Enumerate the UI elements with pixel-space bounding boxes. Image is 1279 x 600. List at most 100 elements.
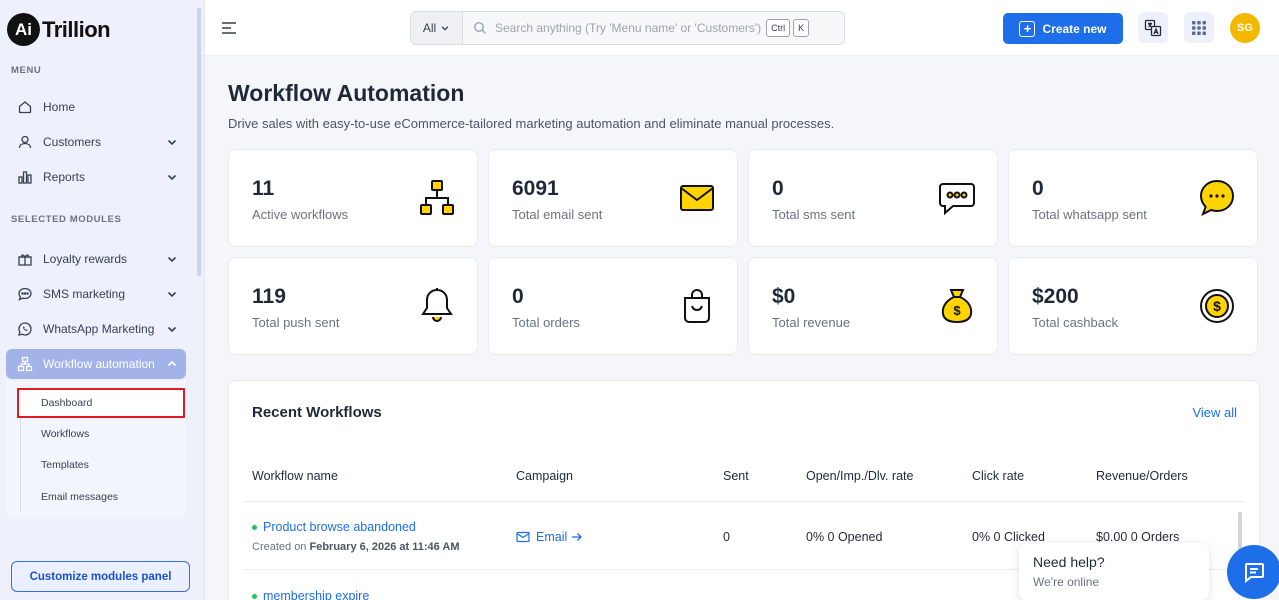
- plus-icon: +: [1019, 20, 1036, 37]
- stat-value: 0: [772, 177, 784, 200]
- brand-logo[interactable]: Ai Trillion: [7, 13, 111, 46]
- hamburger-menu-icon[interactable]: [221, 21, 237, 35]
- sidebar-item-reports[interactable]: Reports: [6, 162, 186, 192]
- svg-text:$: $: [1213, 298, 1221, 314]
- help-title: Need help?: [1033, 554, 1105, 570]
- sidebar-item-whatsapp-marketing[interactable]: WhatsApp Marketing: [6, 314, 186, 344]
- shortcut-key-k: K: [793, 19, 810, 37]
- chevron-up-icon: [167, 360, 177, 367]
- table-row-workflow-link[interactable]: membership expire: [252, 589, 369, 600]
- table-row-workflow-link[interactable]: Product browse abandoned: [252, 520, 416, 534]
- campaign-email-link[interactable]: Email: [516, 530, 583, 544]
- create-new-label: Create new: [1042, 21, 1107, 36]
- chat-bubble-icon: [16, 285, 34, 303]
- stat-value: 0: [1032, 177, 1044, 200]
- stat-label: Active workflows: [252, 207, 349, 222]
- sidebar-item-sms-marketing[interactable]: SMS marketing: [6, 279, 186, 309]
- logo-text: Trillion: [42, 16, 111, 42]
- workflow-name: membership expire: [263, 589, 370, 600]
- column-header-campaign[interactable]: Campaign: [516, 469, 573, 483]
- money-bag-icon: $: [941, 289, 973, 324]
- workflow-icon: [16, 355, 34, 373]
- stat-label: Total push sent: [252, 315, 340, 330]
- chevron-down-icon: [441, 26, 449, 31]
- stat-label: Total whatsapp sent: [1032, 207, 1147, 222]
- logo-mark: Ai: [7, 13, 40, 46]
- stat-card-push-sent[interactable]: 119 Total push sent: [228, 257, 478, 355]
- chat-launcher-button[interactable]: [1227, 545, 1279, 599]
- click-rate: 0% 0 Clicked: [972, 530, 1045, 544]
- stat-card-cashback[interactable]: $200 Total cashback $: [1008, 257, 1258, 355]
- sidebar-item-label: SMS marketing: [43, 287, 126, 301]
- sidebar-item-customers[interactable]: Customers: [6, 127, 186, 157]
- workflow-name: Product browse abandoned: [263, 520, 416, 534]
- shopping-bag-icon: [684, 289, 710, 323]
- recent-workflows-title: Recent Workflows: [252, 404, 382, 421]
- sidebar-item-label: Workflow automation: [43, 357, 155, 371]
- sidebar-item-label: Reports: [43, 170, 86, 184]
- app-root: Ai Trillion MENU Home Customers Reports …: [0, 0, 1279, 600]
- sidebar-subitem-email-messages[interactable]: Email messages: [41, 491, 118, 503]
- open-rate: 0% 0 Opened: [806, 530, 883, 544]
- customize-modules-button[interactable]: Customize modules panel: [11, 561, 190, 592]
- stat-label: Total sms sent: [772, 207, 856, 222]
- translate-button[interactable]: [1138, 12, 1168, 43]
- help-status: We're online: [1033, 575, 1100, 589]
- stat-card-sms-sent[interactable]: 0 Total sms sent: [748, 149, 998, 247]
- sidebar-subitem-templates[interactable]: Templates: [41, 459, 89, 471]
- stat-value: $200: [1032, 285, 1079, 308]
- column-header-click-rate[interactable]: Click rate: [972, 469, 1024, 483]
- stat-value: 0: [512, 285, 524, 308]
- sidebar-item-label: Loyalty rewards: [43, 252, 128, 266]
- grid-icon: [1192, 20, 1206, 35]
- arrow-right-icon: [572, 533, 583, 541]
- sidebar-item-loyalty-rewards[interactable]: Loyalty rewards: [6, 244, 186, 274]
- translate-icon: [1144, 19, 1162, 36]
- sidebar-item-label: WhatsApp Marketing: [43, 322, 155, 336]
- stat-card-revenue[interactable]: $0 Total revenue $: [748, 257, 998, 355]
- stat-card-whatsapp-sent[interactable]: 0 Total whatsapp sent: [1008, 149, 1258, 247]
- sidebar-item-label: Home: [43, 100, 76, 114]
- column-header-workflow-name[interactable]: Workflow name: [252, 469, 338, 483]
- user-avatar[interactable]: SG: [1230, 13, 1260, 43]
- user-icon: [16, 133, 34, 151]
- column-header-open-rate[interactable]: Open/Imp./Dlv. rate: [806, 469, 913, 483]
- shortcut-key-ctrl: Ctrl: [766, 19, 791, 37]
- create-new-button[interactable]: + Create new: [1003, 13, 1123, 44]
- sidebar-subitem-dashboard[interactable]: Dashboard: [41, 397, 92, 409]
- view-all-link[interactable]: View all: [1192, 405, 1237, 420]
- stat-label: Total cashback: [1032, 315, 1118, 330]
- stat-card-active-workflows[interactable]: 11 Active workflows: [228, 149, 478, 247]
- stat-card-email-sent[interactable]: 6091 Total email sent: [488, 149, 738, 247]
- status-dot: [252, 525, 257, 531]
- column-header-revenue-orders[interactable]: Revenue/Orders: [1096, 469, 1188, 483]
- chevron-down-icon: [167, 174, 177, 181]
- apps-grid-button[interactable]: [1184, 12, 1214, 43]
- sidebar-subitem-workflows[interactable]: Workflows: [41, 428, 89, 440]
- help-widget[interactable]: Need help? We're online: [1019, 543, 1209, 600]
- top-header: All Search anything (Try 'Menu name' or …: [205, 0, 1279, 56]
- stat-card-orders[interactable]: 0 Total orders: [488, 257, 738, 355]
- bell-icon: [421, 288, 453, 322]
- search-scope-select[interactable]: All: [411, 12, 463, 44]
- column-header-sent[interactable]: Sent: [723, 469, 749, 483]
- modules-section-label: SELECTED MODULES: [11, 214, 122, 225]
- workflow-tree-icon: [420, 180, 454, 215]
- created-prefix: Created on: [252, 541, 307, 553]
- sidebar-item-workflow-automation[interactable]: Workflow automation: [6, 349, 186, 379]
- envelope-icon: [516, 531, 530, 543]
- chat-icon: [1245, 563, 1264, 584]
- bar-chart-icon: [16, 168, 34, 186]
- sidebar-scrollbar[interactable]: [197, 8, 201, 276]
- stat-value: 11: [252, 177, 275, 200]
- page-subtitle: Drive sales with easy-to-use eCommerce-t…: [228, 116, 835, 131]
- envelope-icon: [680, 185, 714, 211]
- page-title: Workflow Automation: [228, 80, 465, 106]
- search-input[interactable]: Search anything (Try 'Menu name' or 'Cus…: [495, 21, 761, 35]
- revenue-orders: $0.00 0 Orders: [1096, 530, 1180, 544]
- gift-icon: [16, 250, 34, 268]
- campaign-label: Email: [536, 530, 568, 544]
- search-icon: [473, 21, 486, 34]
- global-search[interactable]: All Search anything (Try 'Menu name' or …: [410, 11, 845, 45]
- sidebar-item-home[interactable]: Home: [6, 92, 186, 122]
